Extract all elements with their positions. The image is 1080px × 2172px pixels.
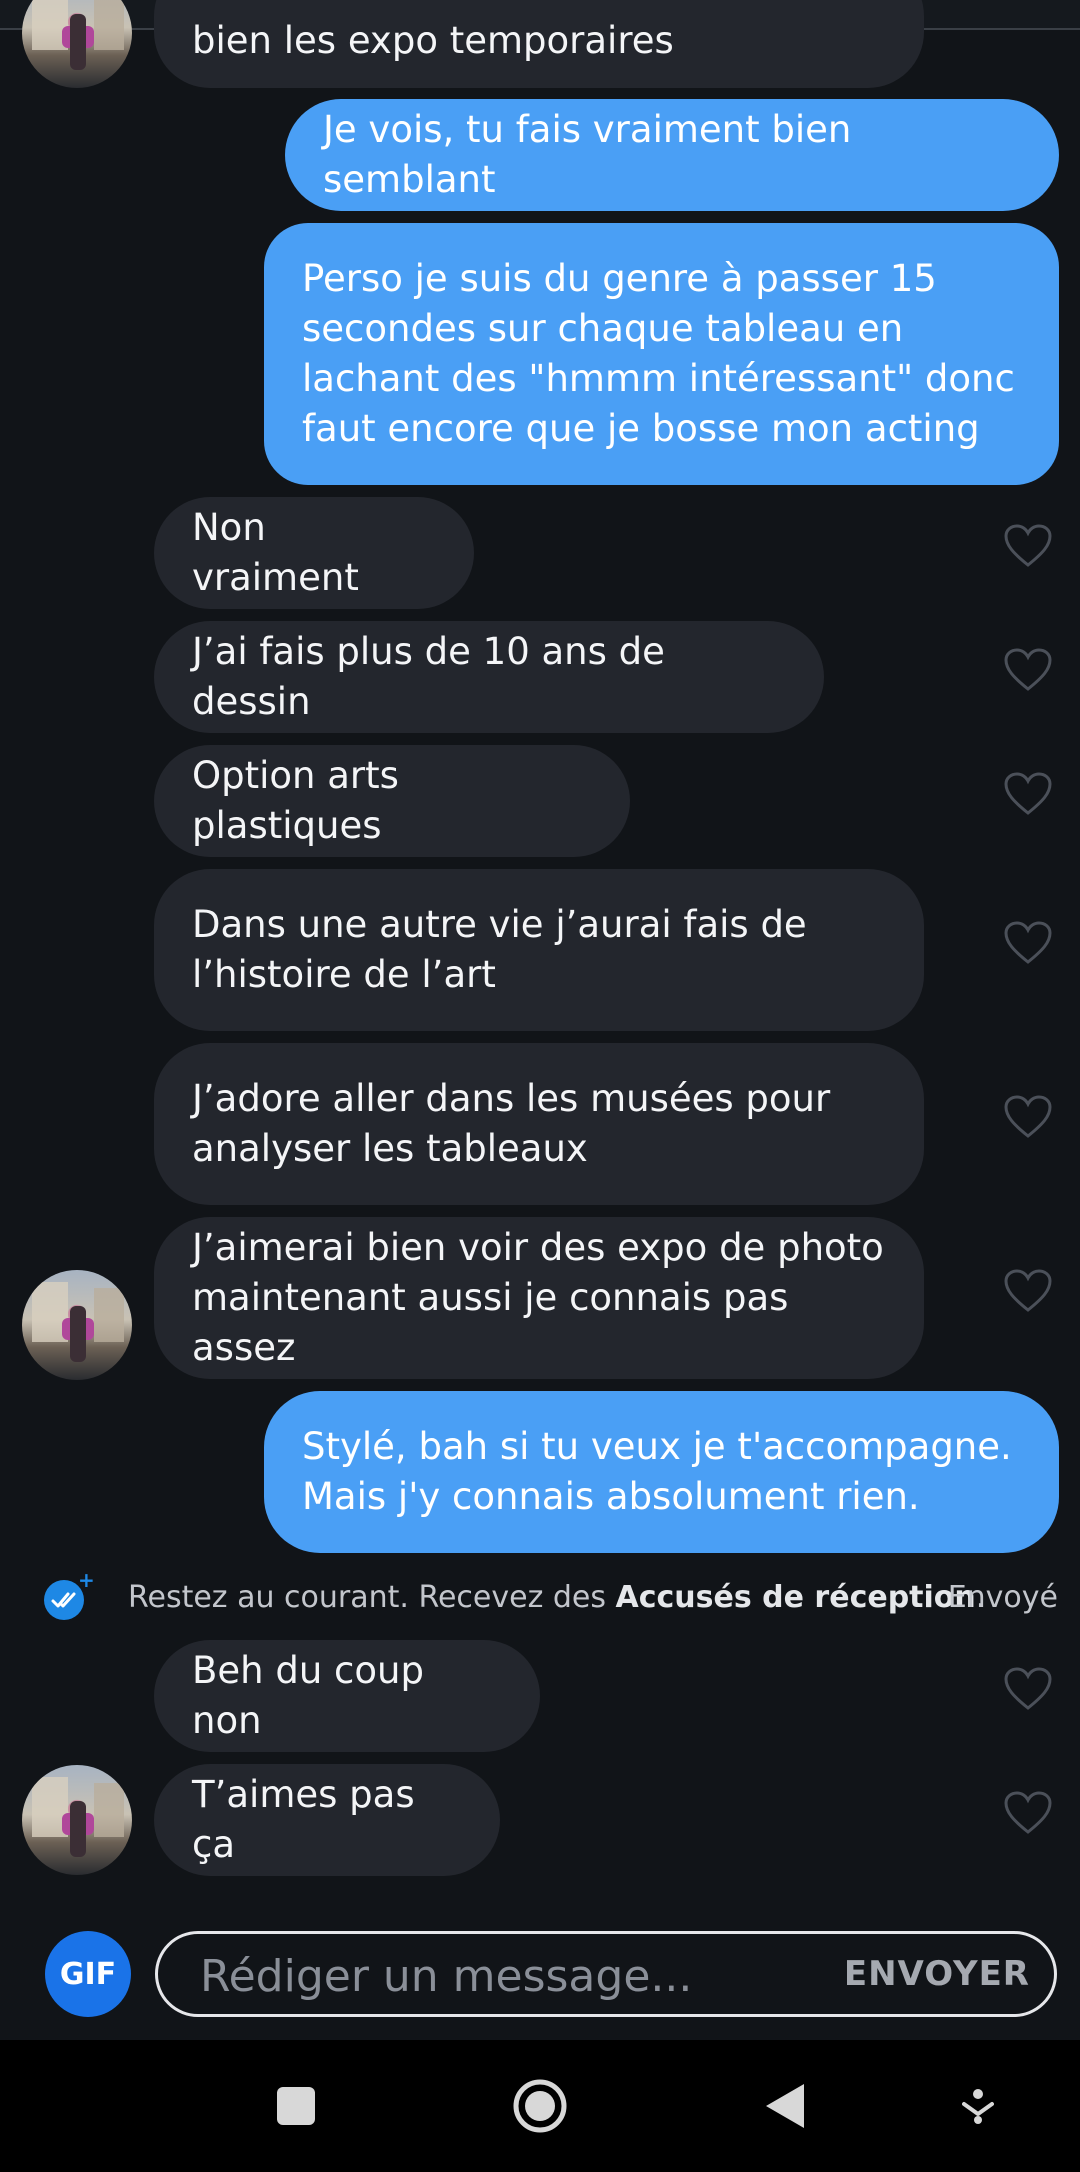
avatar[interactable]: [22, 1270, 132, 1380]
incoming-message[interactable]: J’ai fais plus de 10 ans de dessin: [154, 621, 824, 733]
incoming-message[interactable]: Non vraiment: [154, 497, 474, 609]
avatar[interactable]: [22, 0, 132, 88]
back-icon: [766, 2084, 804, 2128]
incoming-message[interactable]: J’adore aller dans les musées pour analy…: [154, 1043, 924, 1205]
nav-menu-icon: [962, 2089, 994, 2124]
gif-button[interactable]: GIF: [45, 1931, 131, 2017]
sent-status: Envoyé: [947, 1580, 1058, 1615]
message-text: Option arts plastiques: [192, 754, 399, 847]
plus-icon: +: [78, 1568, 95, 1592]
message-input[interactable]: [198, 1948, 802, 2004]
avatar[interactable]: [22, 1765, 132, 1875]
receipt-prefix: Restez au courant. Recevez des: [128, 1580, 616, 1615]
message-text: J’ai fais plus de 10 ans de dessin: [192, 630, 665, 723]
message-composer: GIF ENVOYER: [0, 1905, 1080, 2040]
heart-icon[interactable]: [1003, 1268, 1053, 1314]
back-button[interactable]: [744, 2076, 824, 2136]
home-icon: [513, 2079, 567, 2133]
recents-icon: [277, 2087, 315, 2125]
heart-icon[interactable]: [1003, 1790, 1053, 1836]
home-button[interactable]: [500, 2076, 580, 2136]
system-nav-bar: [0, 2040, 1080, 2172]
heart-icon[interactable]: [1003, 523, 1053, 569]
heart-icon[interactable]: [1003, 920, 1053, 966]
message-text: T’aimes pas ça: [192, 1773, 415, 1866]
message-text: Perso je suis du genre à passer 15 secon…: [302, 257, 1015, 450]
incoming-message[interactable]: Option arts plastiques: [154, 745, 630, 857]
receipt-link[interactable]: Accusés de réception: [616, 1580, 976, 1615]
outgoing-message[interactable]: Stylé, bah si tu veux je t'accompagne. M…: [264, 1391, 1059, 1553]
conversation: bien les expo temporaires Je vois, tu fa…: [0, 0, 1080, 2040]
read-receipt-banner[interactable]: + Restez au courant. Recevez des Accusés…: [0, 1566, 1080, 1630]
message-text: J’aimerai bien voir des expo de photo ma…: [192, 1226, 884, 1369]
message-text: Stylé, bah si tu veux je t'accompagne. M…: [302, 1425, 1012, 1518]
incoming-message[interactable]: J’aimerai bien voir des expo de photo ma…: [154, 1217, 924, 1379]
message-text: bien les expo temporaires: [192, 19, 674, 62]
heart-icon[interactable]: [1003, 1666, 1053, 1712]
send-button[interactable]: ENVOYER: [844, 1954, 1030, 1994]
incoming-message[interactable]: T’aimes pas ça: [154, 1764, 500, 1876]
heart-icon[interactable]: [1003, 771, 1053, 817]
message-text: Dans une autre vie j’aurai fais de l’his…: [192, 903, 807, 996]
incoming-message[interactable]: Dans une autre vie j’aurai fais de l’his…: [154, 869, 924, 1031]
message-text: J’adore aller dans les musées pour analy…: [192, 1077, 831, 1170]
recents-button[interactable]: [256, 2076, 336, 2136]
incoming-message[interactable]: bien les expo temporaires: [154, 0, 924, 88]
message-text: Je vois, tu fais vraiment bien semblant: [323, 108, 852, 201]
message-input-box[interactable]: ENVOYER: [155, 1931, 1057, 2017]
nav-menu-button[interactable]: [938, 2076, 1018, 2136]
message-text: Beh du coup non: [192, 1649, 424, 1742]
outgoing-message[interactable]: Perso je suis du genre à passer 15 secon…: [264, 223, 1059, 485]
heart-icon[interactable]: [1003, 647, 1053, 693]
message-text: Non vraiment: [192, 506, 359, 599]
outgoing-message[interactable]: Je vois, tu fais vraiment bien semblant: [285, 99, 1059, 211]
receipt-text: Restez au courant. Recevez des Accusés d…: [128, 1580, 985, 1615]
incoming-message[interactable]: Beh du coup non: [154, 1640, 540, 1752]
heart-icon[interactable]: [1003, 1094, 1053, 1140]
